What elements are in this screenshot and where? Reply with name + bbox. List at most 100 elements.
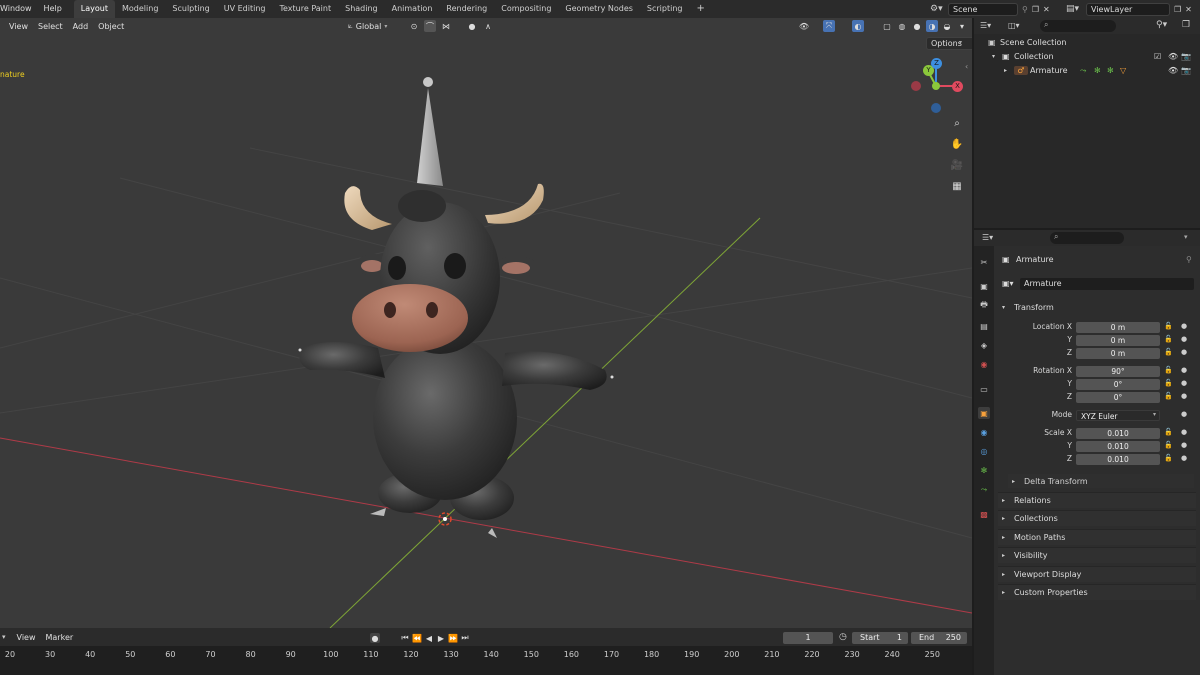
snap-icon[interactable]: ⌒ <box>424 20 436 32</box>
keyframe-dot-icon[interactable]: ● <box>1181 454 1187 462</box>
shading-material-icon[interactable]: ◑ <box>926 20 938 32</box>
tab-shading[interactable]: Shading <box>338 0 385 18</box>
tab-uv-editing[interactable]: UV Editing <box>217 0 273 18</box>
keyframe-dot-icon[interactable]: ● <box>1181 335 1187 343</box>
motion-paths-section[interactable]: ▸ Motion Paths <box>998 529 1196 545</box>
prev-keyframe-icon[interactable]: ⏪ <box>412 633 422 643</box>
tab-animation[interactable]: Animation <box>385 0 440 18</box>
end-frame-field[interactable]: End 250 <box>911 632 967 644</box>
filter-icon[interactable]: ⚲▾ <box>1156 20 1167 30</box>
lock-icon[interactable]: 🔓 <box>1164 379 1173 387</box>
new-collection-icon[interactable]: ❐ <box>1182 20 1190 30</box>
object-name-field[interactable]: Armature <box>1020 278 1194 290</box>
viewport-menu-add[interactable]: Add <box>68 22 94 31</box>
lock-icon[interactable]: 🔓 <box>1164 454 1173 462</box>
outliner-row-armature[interactable]: ▸ ♂ Armature ⤳ ✻ ✻ ▽ 👁 📷 <box>974 64 1200 77</box>
collections-section[interactable]: ▸ Collections <box>998 510 1196 526</box>
timeline-menu-view[interactable]: View <box>12 633 41 642</box>
expand-arrow-icon[interactable]: ▸ <box>1004 67 1014 74</box>
render-tab-icon[interactable]: ▣ <box>978 280 990 292</box>
keyframe-dot-icon[interactable]: ● <box>1181 366 1187 374</box>
data-type-icon[interactable]: ▣▾ <box>1002 279 1014 288</box>
custom-properties-section[interactable]: ▸ Custom Properties <box>998 584 1196 600</box>
keyframe-dot-icon[interactable]: ● <box>1181 379 1187 387</box>
shading-wireframe-icon[interactable]: ◍ <box>896 20 908 32</box>
pivot-icon[interactable]: ⊙ <box>408 20 420 32</box>
record-icon[interactable]: ● <box>370 633 380 643</box>
tab-scripting[interactable]: Scripting <box>640 0 690 18</box>
camera-icon[interactable]: 🎥 <box>949 157 965 173</box>
outliner-row-scene-collection[interactable]: ▣ Scene Collection <box>974 36 1200 49</box>
shading-options-icon[interactable]: ▾ <box>956 20 968 32</box>
rotation-y-field[interactable]: 0° <box>1076 379 1160 390</box>
tab-layout[interactable]: Layout <box>73 0 115 18</box>
scale-z-field[interactable]: 0.010 <box>1076 454 1160 465</box>
editor-type-icon[interactable]: ▾ <box>2 633 6 641</box>
visibility-icon[interactable]: 👁 <box>798 20 810 32</box>
physics-tab-icon[interactable]: ◎ <box>978 445 990 457</box>
keyframe-dot-icon[interactable]: ● <box>1181 410 1187 418</box>
modifier-icon[interactable]: ⤳ <box>1080 66 1086 76</box>
scale-x-field[interactable]: 0.010 <box>1076 428 1160 439</box>
lock-icon[interactable]: 🔓 <box>1164 441 1173 449</box>
menu-help[interactable]: Help <box>38 0 68 18</box>
camera-icon[interactable]: 📷 <box>1181 52 1191 61</box>
chevron-down-icon[interactable]: ▾ <box>1184 233 1188 241</box>
world-tab-icon[interactable]: ◉ <box>978 358 990 370</box>
overlay-toggle-icon[interactable]: ◐ <box>852 20 864 32</box>
rotation-z-field[interactable]: 0° <box>1076 392 1160 403</box>
lock-icon[interactable]: 🔓 <box>1164 366 1173 374</box>
scene-selector[interactable]: ⚙▾ Scene ⚲ ❐ ✕ <box>930 2 1058 16</box>
gizmo-z-axis[interactable]: Z <box>931 58 942 69</box>
lock-icon[interactable]: 🔓 <box>1164 348 1173 356</box>
snap-target-icon[interactable]: ⋈ <box>440 20 452 32</box>
gizmo-toggle-icon[interactable]: ⤧ <box>823 20 835 32</box>
relations-section[interactable]: ▸ Relations <box>998 492 1196 508</box>
gizmo-x-axis[interactable]: X <box>952 81 963 92</box>
delta-transform-subpanel[interactable]: ▸ Delta Transform <box>1008 474 1194 488</box>
new-scene-icon[interactable]: ❐ <box>1032 5 1039 14</box>
modifier-tab-icon[interactable]: ◉ <box>978 426 990 438</box>
grid-perspective-icon[interactable]: ▦ <box>949 178 965 194</box>
output-tab-icon[interactable]: 🖶 <box>978 300 990 312</box>
rotation-x-field[interactable]: 90° <box>1076 366 1160 377</box>
close-view-layer-icon[interactable]: ✕ <box>1185 5 1192 14</box>
object-tab-icon[interactable]: ▣ <box>978 407 990 419</box>
jump-end-icon[interactable]: ⏭ <box>460 633 470 643</box>
bone-icon[interactable]: ✻ <box>1107 66 1114 75</box>
pin-icon[interactable]: ⚲ <box>1022 5 1028 14</box>
sidebar-toggle-icon[interactable]: ‹ <box>965 62 968 71</box>
expand-arrow-icon[interactable]: ▾ <box>992 53 1002 60</box>
rotation-mode-dropdown[interactable]: XYZ Euler <box>1076 410 1160 421</box>
tab-modeling[interactable]: Modeling <box>115 0 165 18</box>
lock-icon[interactable]: 🔓 <box>1164 428 1173 436</box>
3d-viewport[interactable]: View Select Add Object ⟀ Global ▾ ⊙ ⌒ ⋈ … <box>0 18 972 628</box>
timeline-ruler[interactable]: 20 30 40 50 60 70 80 90 100 110 120 130 140 150 160 170… <box>0 646 972 675</box>
keyframe-dot-icon[interactable]: ● <box>1181 441 1187 449</box>
current-frame-field[interactable]: 1 <box>783 632 833 644</box>
editor-type-icon[interactable]: ☰▾ <box>980 21 991 30</box>
tab-compositing[interactable]: Compositing <box>494 0 558 18</box>
xray-icon[interactable]: ▢ <box>881 20 893 32</box>
tool-tab-icon[interactable]: ✂ <box>978 256 990 268</box>
scene-name-field[interactable]: Scene <box>948 2 1018 16</box>
visibility-section[interactable]: ▸ Visibility <box>998 547 1196 563</box>
constraint-tab-icon[interactable]: ✻ <box>978 464 990 476</box>
options-button[interactable]: Options <box>926 37 972 50</box>
transform-section-header[interactable]: ▾ Transform <box>998 299 1196 315</box>
pin-icon[interactable]: ⚲ <box>1186 255 1192 264</box>
texture-tab-icon[interactable]: ▩ <box>978 508 990 520</box>
lock-icon[interactable]: 🔓 <box>1164 322 1173 330</box>
play-icon[interactable]: ▶ <box>436 633 446 643</box>
location-z-field[interactable]: 0 m <box>1076 348 1160 359</box>
scale-y-field[interactable]: 0.010 <box>1076 441 1160 452</box>
keyframe-dot-icon[interactable]: ● <box>1181 392 1187 400</box>
falloff-icon[interactable]: ∧ <box>482 20 494 32</box>
zoom-icon[interactable]: ⌕ <box>949 115 965 131</box>
display-mode-icon[interactable]: ◫▾ <box>1008 21 1020 30</box>
viewport-menu-select[interactable]: Select <box>33 22 68 31</box>
viewport-menu-view[interactable]: View <box>4 22 33 31</box>
outliner-search-input[interactable]: ⌕ <box>1040 20 1116 32</box>
mesh-data-icon[interactable]: ▽ <box>1120 66 1126 75</box>
tab-sculpting[interactable]: Sculpting <box>165 0 216 18</box>
